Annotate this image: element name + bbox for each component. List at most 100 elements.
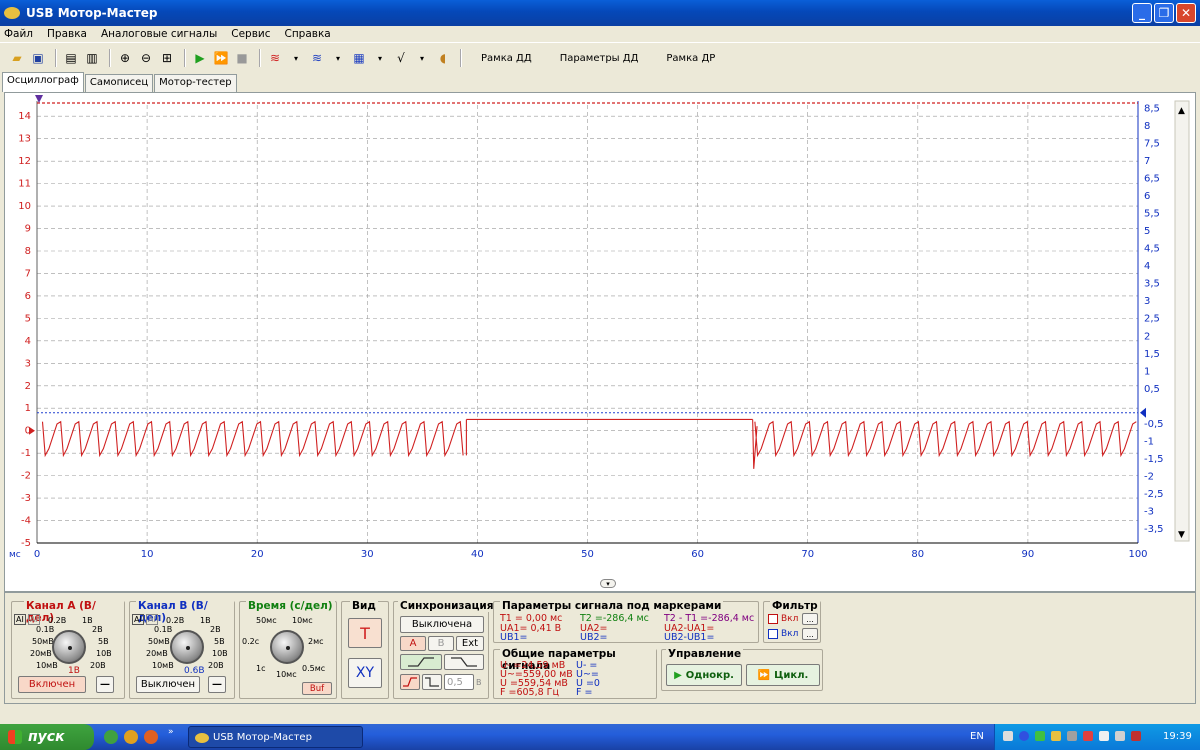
math-icon[interactable]: √ <box>392 49 410 67</box>
dropdown-arrow-icon[interactable]: ▾ <box>287 49 305 67</box>
cycle-run-button[interactable]: ⏩ Цикл. <box>746 664 820 686</box>
maximize-button[interactable]: ❐ <box>1154 3 1174 23</box>
channel-a-knob[interactable] <box>52 630 86 664</box>
channel-b-ac-icon[interactable]: AI <box>132 614 144 625</box>
menu-file[interactable]: Файл <box>4 28 33 40</box>
zoom-in-icon[interactable]: ⊕ <box>116 49 134 67</box>
filter-a-settings-button[interactable]: ... <box>802 613 818 625</box>
sync-source-ext-button[interactable]: Ext <box>456 636 484 651</box>
taskbar-item-app[interactable]: USB Мотор-Мастер <box>188 726 363 748</box>
toolbar-separator <box>184 49 186 67</box>
quicklaunch-more-icon[interactable]: » <box>168 727 174 737</box>
sound-icon[interactable]: ◖ <box>434 49 452 67</box>
sync-auto-button[interactable] <box>400 674 420 690</box>
oscilloscope-plot[interactable]: 14131211109876543210-1-2-3-4-58,587,576,… <box>5 93 1195 591</box>
params-dd-button[interactable]: Параметры ДД <box>560 53 639 64</box>
dropdown-arrow-icon[interactable]: ▾ <box>329 49 347 67</box>
play-loop-icon[interactable]: ⏩ <box>212 49 230 67</box>
tab-recorder[interactable]: Самописец <box>84 74 154 92</box>
tray-usb-icon[interactable] <box>1067 731 1077 741</box>
xy-view-button[interactable]: XY <box>348 658 382 688</box>
frame-dr-button[interactable]: Рамка ДР <box>666 53 715 64</box>
tray-app-icon[interactable] <box>1051 731 1061 741</box>
marker-ub21: UB2-UB1= <box>664 632 715 643</box>
start-label: пуск <box>28 729 65 745</box>
print-icon[interactable]: ▥ <box>83 49 101 67</box>
zoom-out-icon[interactable]: ⊖ <box>137 49 155 67</box>
tray-security-icon[interactable] <box>1035 731 1045 741</box>
view-title: Вид <box>350 600 378 612</box>
y-right-tick-label: 5 <box>1144 226 1150 237</box>
menu-help[interactable]: Справка <box>284 28 330 40</box>
expand-panel-icon[interactable]: ▾ <box>600 579 616 588</box>
tray-volume-icon[interactable] <box>1115 731 1125 741</box>
preview-icon[interactable]: ▤ <box>62 49 80 67</box>
sync-source-a-button[interactable]: A <box>400 636 426 651</box>
tab-motor-tester[interactable]: Мотор-тестер <box>154 74 237 92</box>
menu-edit[interactable]: Правка <box>47 28 87 40</box>
signal-b-icon[interactable]: ≋ <box>308 49 326 67</box>
tray-bluetooth-icon[interactable] <box>1019 731 1029 741</box>
marker-ub2: UB2= <box>580 632 608 643</box>
menu-analog[interactable]: Аналоговые сигналы <box>101 28 217 40</box>
stop-icon[interactable]: ■ <box>233 49 251 67</box>
single-run-button[interactable]: ▶ Однокр. <box>666 664 742 686</box>
frame-dd-button[interactable]: Рамка ДД <box>481 53 532 64</box>
y-right-tick-label: 3 <box>1144 296 1150 307</box>
param-f-b: F = <box>576 687 593 698</box>
tray-antivirus-icon[interactable] <box>1083 731 1093 741</box>
x-tick-label: 20 <box>251 549 264 560</box>
language-indicator[interactable]: EN <box>970 731 984 742</box>
dropdown-arrow-icon[interactable]: ▾ <box>371 49 389 67</box>
dropdown-arrow-icon[interactable]: ▾ <box>413 49 431 67</box>
play-icon[interactable]: ▶ <box>191 49 209 67</box>
time-knob[interactable] <box>270 630 304 664</box>
tray-update-icon[interactable] <box>1099 731 1109 741</box>
y-left-tick-label: -1 <box>21 448 31 459</box>
channel-b-dc-icon[interactable]: AI <box>146 614 158 625</box>
signal-a-icon[interactable]: ≋ <box>266 49 284 67</box>
sync-manual-button[interactable] <box>422 674 442 690</box>
tray-shield-icon[interactable] <box>1131 731 1141 741</box>
quicklaunch-chrome-icon[interactable] <box>104 730 118 744</box>
quicklaunch-firefox-icon[interactable] <box>144 730 158 744</box>
start-button[interactable]: пуск <box>0 724 94 750</box>
sync-source-b-button[interactable]: B <box>428 636 454 651</box>
time-view-button[interactable]: T <box>348 618 382 648</box>
calculator-icon[interactable]: ▦ <box>350 49 368 67</box>
close-button[interactable]: ✕ <box>1176 3 1196 23</box>
sync-state-button[interactable]: Выключена <box>400 616 484 633</box>
zoom-fit-icon[interactable]: ⊞ <box>158 49 176 67</box>
save-icon[interactable]: ▣ <box>29 49 47 67</box>
quicklaunch-mail-icon[interactable] <box>124 730 138 744</box>
sync-level-input[interactable]: 0,5 <box>444 674 474 690</box>
channel-b-knob[interactable] <box>170 630 204 664</box>
channel-a-invert-button[interactable]: — <box>96 676 114 693</box>
time-current: 10мс <box>276 670 297 679</box>
filter-b-checkbox[interactable] <box>768 629 778 639</box>
filter-b-settings-button[interactable]: ... <box>802 628 818 640</box>
tab-oscilloscope[interactable]: Осциллограф <box>2 72 84 92</box>
time-label-50ms: 50мс <box>256 616 277 625</box>
param-f-a: F =605,8 Гц <box>500 687 559 698</box>
title-bar: USB Мотор-Мастер _ ❐ ✕ <box>0 0 1200 26</box>
channel-b-toggle-button[interactable]: Выключен <box>136 676 200 693</box>
chB-label-10: 10В <box>212 649 228 658</box>
toolbar-separator <box>460 49 462 67</box>
y-right-tick-label: -0,5 <box>1144 419 1164 430</box>
buffer-button[interactable]: Buf <box>302 682 332 695</box>
channel-a-toggle-button[interactable]: Включен <box>18 676 86 693</box>
system-tray: 19:39 <box>994 724 1200 750</box>
minimize-button[interactable]: _ <box>1132 3 1152 23</box>
y-left-tick-label: 4 <box>25 336 31 347</box>
sync-rising-edge-button[interactable] <box>400 654 442 670</box>
filter-a-checkbox[interactable] <box>768 614 778 624</box>
channel-a-ac-icon[interactable]: AI <box>14 614 26 625</box>
y-right-tick-label: -1 <box>1144 436 1154 447</box>
channel-b-invert-button[interactable]: — <box>208 676 226 693</box>
menu-service[interactable]: Сервис <box>231 28 270 40</box>
channel-a-dc-icon[interactable]: AI <box>28 614 40 625</box>
tray-network-icon[interactable] <box>1003 731 1013 741</box>
sync-falling-edge-button[interactable] <box>444 654 484 670</box>
open-icon[interactable]: ▰ <box>8 49 26 67</box>
